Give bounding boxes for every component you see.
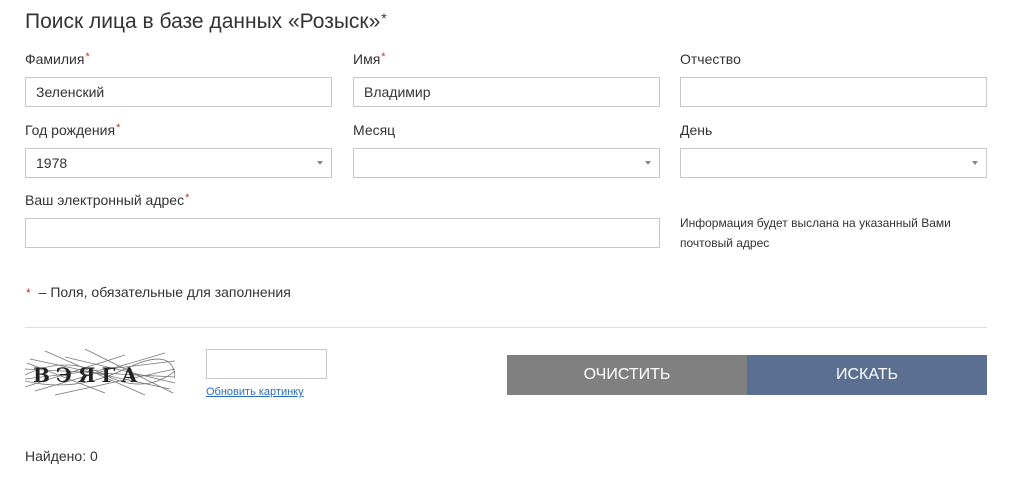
patronymic-input[interactable] <box>680 77 987 107</box>
day-label: День <box>680 122 712 138</box>
name-value: Владимир <box>364 84 431 100</box>
captcha-input[interactable] <box>206 349 327 379</box>
required-legend: * – Поля, обязательные для заполнения <box>25 284 291 300</box>
email-label-text: Ваш электронный адрес <box>25 192 185 208</box>
required-mark: * <box>381 51 386 63</box>
surname-value: Зеленский <box>36 84 105 100</box>
surname-label-text: Фамилия <box>25 51 85 67</box>
clear-button[interactable]: очистить <box>507 355 747 395</box>
month-label: Месяц <box>353 122 395 138</box>
name-label-text: Имя <box>353 51 381 67</box>
results-count: Найдено: 0 <box>25 448 98 464</box>
month-label-text: Месяц <box>353 122 396 138</box>
captcha-text: ВЭЯГА <box>33 363 144 387</box>
required-mark: * <box>185 192 190 204</box>
birth-year-select[interactable]: 1978 <box>25 148 332 178</box>
day-select[interactable] <box>680 148 987 178</box>
day-label-text: День <box>680 122 713 138</box>
patronymic-label-text: Отчество <box>680 51 741 67</box>
search-button[interactable]: искать <box>747 355 987 395</box>
captcha-noise: ВЭЯГА <box>24 348 176 396</box>
email-label: Ваш электронный адрес* <box>25 192 189 208</box>
legend-text: – Поля, обязательные для заполнения <box>38 284 291 300</box>
page-title-text: Поиск лица в базе данных «Розыск» <box>25 10 381 33</box>
chevron-down-icon <box>645 161 651 165</box>
email-input[interactable] <box>25 218 660 248</box>
chevron-down-icon <box>972 161 978 165</box>
birth-year-label-text: Год рождения <box>25 122 116 138</box>
legend-star: * <box>26 286 31 300</box>
birth-year-value: 1978 <box>36 155 68 171</box>
required-mark: * <box>85 51 90 63</box>
title-asterisk: * <box>381 10 387 26</box>
birth-year-label: Год рождения* <box>25 122 120 138</box>
captcha-image: ВЭЯГА <box>24 348 176 397</box>
chevron-down-icon <box>317 161 323 165</box>
month-select[interactable] <box>353 148 660 178</box>
surname-label: Фамилия* <box>25 51 90 67</box>
required-mark: * <box>116 122 121 134</box>
email-hint: Информация будет выслана на указанный Ва… <box>680 216 951 250</box>
page-title: Поиск лица в базе данных «Розыск»* <box>25 10 387 34</box>
name-input[interactable]: Владимир <box>353 77 660 107</box>
surname-input[interactable]: Зеленский <box>25 77 332 107</box>
refresh-captcha-link[interactable]: Обновить картинку <box>206 386 304 398</box>
name-label: Имя* <box>353 51 386 67</box>
divider <box>25 327 987 328</box>
patronymic-label: Отчество <box>680 51 741 67</box>
